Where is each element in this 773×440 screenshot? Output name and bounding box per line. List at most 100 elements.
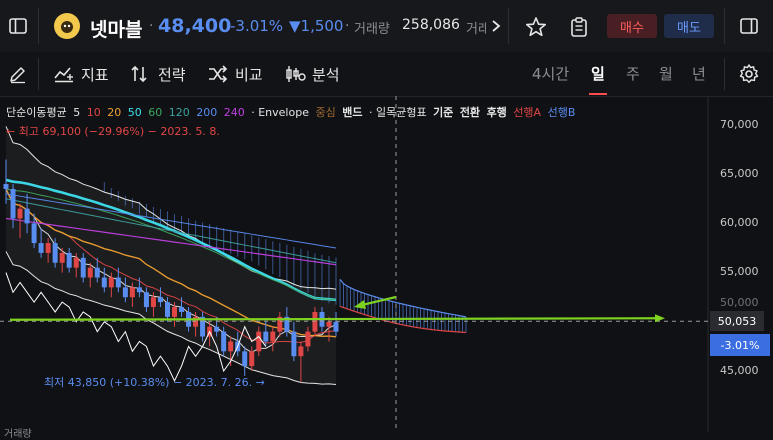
drawn-arrow-head [354,300,366,309]
legend-sma-10: 10 [86,106,101,119]
chart-toolbar [0,52,773,97]
legend-band-label: 밴드 [342,106,363,119]
period-4h[interactable]: 4시간 [532,63,569,84]
divider [508,8,509,44]
gear-icon[interactable] [737,62,761,86]
y-tick-45000: 45,000 [720,364,759,377]
candle-body [242,351,248,367]
legend-sma-5: 5 [73,106,81,119]
chevron-right-icon[interactable] [488,16,504,36]
candle-body [122,287,128,298]
indicator-chart-icon [54,67,73,83]
pencil-icon[interactable] [6,62,30,86]
y-tick-50000: 50,000 [720,296,759,309]
y-tick-70000: 70,000 [720,118,759,131]
candle-body [172,307,178,317]
legend-sma-50: 50 [127,106,142,119]
candle-body [291,331,297,357]
stock-name[interactable]: 넷마블 [90,15,142,42]
top-bar: 넷마블 · 48,400 -3.01% ▼1,500 · 거래량 258,086… [0,0,773,53]
candle-body [136,287,142,293]
candle-body [256,331,262,352]
indicator-legend[interactable]: 단순이동평균 5 10 20 50 60 120 200 240 · Envel… [6,104,578,120]
current-price: 48,400 [158,15,232,37]
star-icon[interactable] [523,14,549,40]
candle-body [94,267,100,278]
period-year[interactable]: 년 [692,63,706,84]
legend-envelope-middle: 중심 [315,106,336,119]
candle-body [31,223,37,244]
period-month[interactable]: 월 [659,63,673,84]
candle-body [326,321,332,327]
max-price-annotation: ← 최고 69,100 (−29.96%) − 2023. 5. 8. [6,125,220,138]
candle-body [143,292,149,308]
divider [38,8,39,44]
drawn-horizontal-line [9,317,659,321]
clipboard-icon[interactable] [566,14,592,40]
period-day[interactable]: 일 [591,63,605,84]
indicators-button[interactable]: 지표 [53,64,109,84]
shuffle-icon [209,65,228,83]
candle-body [263,331,269,342]
candle-body [249,351,255,367]
analysis-button[interactable]: 분석 [284,64,340,84]
candle-body [52,243,58,263]
compare-label: 비교 [235,65,263,84]
legend-ichimoku-base: 기준 [433,106,454,119]
candle-body [80,257,86,278]
candle-body [333,321,339,332]
legend-sma-60: 60 [148,106,163,119]
strategy-label: 전략 [158,65,186,84]
legend-sma-240: 240 [223,106,245,119]
strategy-button[interactable]: 전략 [130,64,186,84]
legend-span-b: 선행B [547,106,576,119]
volume-pane-label: 거래량 [4,429,32,440]
active-period-underline [589,93,607,95]
current-change-tag: -3.01% [710,334,770,356]
compare-button[interactable]: 비교 [207,64,263,84]
candle-body [73,257,79,268]
y-tick-65000: 65,000 [720,167,759,180]
sort-arrows-icon [131,65,147,83]
candle-body [157,297,163,303]
legend-span-a: 선행A [513,106,542,119]
stock-logo-icon [54,13,80,39]
change-percent: -3.01% [230,17,284,35]
volume-value: 258,086 [402,17,460,33]
legend-sma-200: 200 [196,106,218,119]
indicators-label: 지표 [81,65,109,84]
divider [38,58,39,90]
candle-body [221,331,227,352]
candlestick-icon [286,66,306,82]
sell-button[interactable]: 매도 [664,14,714,38]
right-panel-toggle-icon[interactable] [737,14,761,38]
sidebar-toggle-icon[interactable] [6,14,30,38]
bullet-dot: · [149,18,154,34]
legend-ichimoku-lagging: 후행 [486,106,507,119]
divider [724,8,725,44]
candle-body [45,243,51,253]
buy-button[interactable]: 매수 [607,14,657,38]
y-tick-55000: 55,000 [720,265,759,278]
candle-body [298,346,304,357]
candle-body [38,243,44,253]
candle-body [108,277,114,288]
legend-ichimoku-label: · 일목균형표 [368,106,427,119]
candle-body [66,252,72,268]
candle-body [24,208,30,224]
candle-body [10,188,16,219]
candle-body [115,277,121,288]
candle-body [129,287,135,298]
period-week[interactable]: 주 [626,63,640,84]
candle-body [150,297,156,308]
legend-ichimoku-conversion: 전환 [459,106,481,119]
candle-body [179,307,185,312]
candle-body [312,311,318,332]
candle-body [214,326,220,332]
bullet-dot: · [345,18,350,34]
candle-body [228,341,234,352]
current-price-tag: 50,053 [710,311,764,331]
candle-body [3,184,9,189]
candle-body [270,331,276,342]
candle-body [17,208,23,219]
